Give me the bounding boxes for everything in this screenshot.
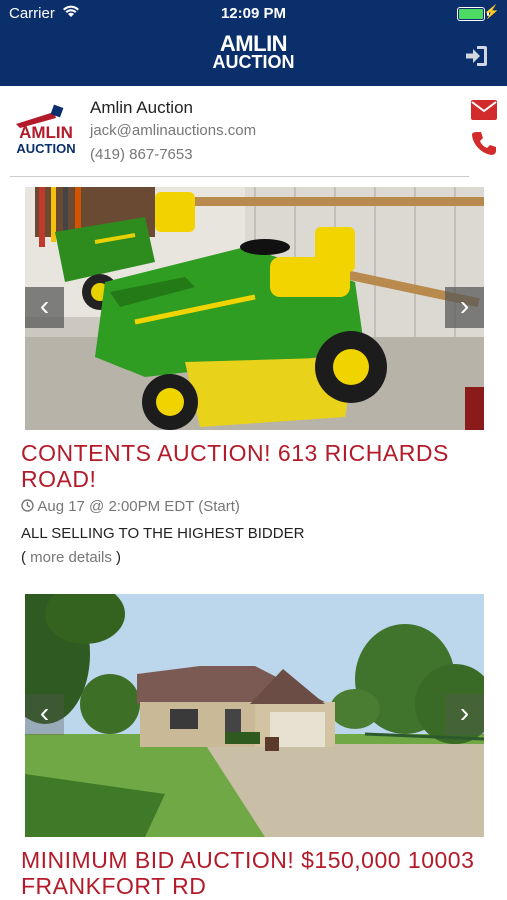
- more-details: ( more details ): [21, 549, 121, 566]
- mail-icon[interactable]: [471, 100, 497, 120]
- divider: [10, 176, 469, 177]
- chevron-left-icon: ‹: [39, 697, 50, 728]
- chevron-right-icon: ›: [459, 290, 470, 321]
- carousel-next-button[interactable]: ›: [445, 694, 484, 735]
- company-logo-line1: AMLIN: [19, 123, 73, 142]
- listing-photo: [25, 594, 484, 837]
- status-bar: Carrier 12:09 PM ⚡: [0, 0, 507, 28]
- listing-photo-carousel[interactable]: ‹ ›: [25, 594, 484, 837]
- header-logo-line2: AUCTION: [212, 52, 295, 72]
- login-icon[interactable]: [463, 43, 489, 69]
- listing-date: Aug 17 @ 2:00PM EDT (Start): [21, 498, 240, 515]
- company-phone[interactable]: (419) 867-7653: [90, 146, 193, 163]
- header-logo-line1: AMLIN: [219, 31, 288, 56]
- listing-photo: [25, 187, 484, 430]
- company-logo: AMLIN AUCTION: [16, 104, 76, 156]
- chevron-left-icon: ‹: [39, 290, 50, 321]
- charging-icon: ⚡: [483, 4, 500, 19]
- listing-description: ALL SELLING TO THE HIGHEST BIDDER: [21, 525, 305, 542]
- more-open-paren: (: [21, 549, 31, 566]
- header-bar: AMLIN AUCTION: [0, 28, 507, 86]
- clock-icon: [21, 499, 34, 512]
- carousel-prev-button[interactable]: ‹: [25, 694, 64, 735]
- carousel-next-button[interactable]: ›: [445, 287, 484, 328]
- header-logo[interactable]: AMLIN AUCTION: [0, 31, 507, 72]
- listing-date-text: Aug 17 @ 2:00PM EDT (Start): [37, 498, 240, 515]
- listing-photo-carousel[interactable]: ‹ ›: [25, 187, 484, 430]
- battery-icon: [457, 7, 485, 21]
- more-close-paren: ): [111, 549, 122, 566]
- listing-title[interactable]: CONTENTS AUCTION! 613 RICHARDS ROAD!: [21, 440, 491, 492]
- company-email[interactable]: jack@amlinauctions.com: [90, 122, 256, 139]
- chevron-right-icon: ›: [459, 697, 470, 728]
- clock-time: 12:09 PM: [220, 5, 287, 22]
- company-name: Amlin Auction: [90, 98, 193, 117]
- more-details-link[interactable]: more details: [30, 549, 112, 566]
- listing-title[interactable]: MINIMUM BID AUCTION! $150,000 10003 FRAN…: [21, 847, 491, 899]
- phone-icon[interactable]: [471, 130, 497, 156]
- carousel-prev-button[interactable]: ‹: [25, 287, 64, 328]
- company-card: AMLIN AUCTION Amlin Auction jack@amlinau…: [0, 86, 507, 176]
- company-logo-line2: AUCTION: [16, 141, 75, 156]
